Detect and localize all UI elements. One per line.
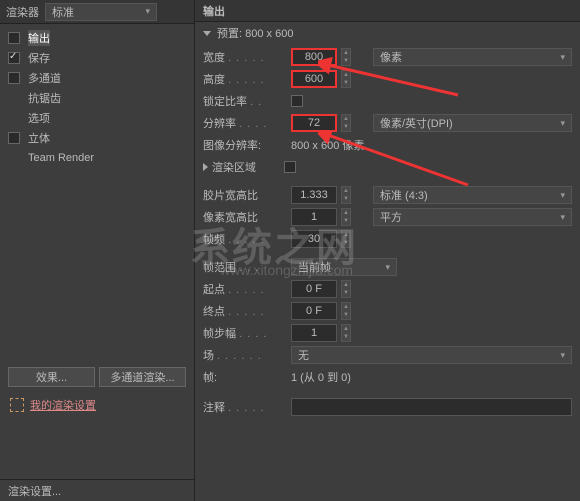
width-spinner[interactable]: ▲▼ (341, 48, 351, 66)
sidebar-item-save[interactable]: 保存 (0, 48, 194, 68)
film-aspect-dropdown[interactable]: 标准 (4:3) (373, 186, 572, 204)
render-region-checkbox[interactable] (284, 161, 296, 173)
film-aspect-spinner[interactable]: ▲▼ (341, 186, 351, 204)
step-label: 帧步幅 . . . . (203, 325, 287, 341)
film-aspect-input[interactable]: 1.333 (291, 186, 337, 204)
resolution-unit-dropdown[interactable]: 像素/英寸(DPI) (373, 114, 572, 132)
renderer-label: 渲染器 (6, 4, 39, 20)
notes-input[interactable] (291, 398, 572, 416)
render-region-expand-icon[interactable] (203, 163, 208, 171)
pixel-aspect-dropdown[interactable]: 平方 (373, 208, 572, 226)
watermark-url: www.xitongzhijia.com (220, 262, 353, 278)
multichannel-render-button[interactable]: 多通道渲染... (99, 367, 186, 387)
img-res-value: 800 x 600 像素 (291, 137, 364, 153)
height-label: 高度 . . . . . (203, 71, 287, 87)
section-title: 输出 (195, 0, 580, 22)
selection-icon (10, 398, 24, 412)
sidebar-item-options[interactable]: 选项 (0, 108, 194, 128)
renderer-dropdown[interactable]: 标准 (45, 3, 157, 21)
lock-ratio-label: 锁定比率 . . (203, 93, 287, 109)
resolution-spinner[interactable]: ▲▼ (341, 114, 351, 132)
height-input[interactable]: 600 (291, 70, 337, 88)
height-spinner[interactable]: ▲▼ (341, 70, 351, 88)
field-label: 场 . . . . . . (203, 347, 287, 363)
render-region-label: 渲染区域 (212, 159, 280, 175)
preset-label: 预置: 800 x 600 (217, 25, 293, 41)
sidebar-item-multichannel[interactable]: 多通道 (0, 68, 194, 88)
start-input[interactable]: 0 F (291, 280, 337, 298)
sidebar-item-stereo[interactable]: 立体 (0, 128, 194, 148)
field-dropdown[interactable]: 无 (291, 346, 572, 364)
width-label: 宽度 . . . . . (203, 49, 287, 65)
footer-label: 渲染设置... (0, 479, 194, 501)
film-aspect-label: 胶片宽高比 (203, 187, 287, 203)
output-list: 输出 保存 多通道 抗锯齿 选项 立体 Team Render (0, 24, 194, 172)
resolution-input[interactable]: 72 (291, 114, 337, 132)
step-input[interactable]: 1 (291, 324, 337, 342)
start-label: 起点 . . . . . (203, 281, 287, 297)
effects-button[interactable]: 效果... (8, 367, 95, 387)
preset-collapse-icon[interactable] (203, 31, 211, 36)
sidebar-item-output[interactable]: 输出 (0, 28, 194, 48)
frames-value: 1 (从 0 到 0) (291, 369, 351, 385)
resolution-label: 分辨率 . . . . (203, 115, 287, 131)
width-unit-dropdown[interactable]: 像素 (373, 48, 572, 66)
end-input[interactable]: 0 F (291, 302, 337, 320)
frames-label: 帧: (203, 369, 287, 385)
lock-ratio-checkbox[interactable] (291, 95, 303, 107)
img-res-label: 图像分辨率: (203, 137, 287, 153)
sidebar-item-teamrender[interactable]: Team Render (0, 148, 194, 168)
width-input[interactable]: 800 (291, 48, 337, 66)
my-render-settings-link[interactable]: 我的渲染设置 (30, 397, 96, 413)
notes-label: 注释 . . . . . (203, 399, 287, 415)
end-label: 终点 . . . . . (203, 303, 287, 319)
step-spinner[interactable]: ▲▼ (341, 324, 351, 342)
end-spinner[interactable]: ▲▼ (341, 302, 351, 320)
sidebar-item-antialias[interactable]: 抗锯齿 (0, 88, 194, 108)
start-spinner[interactable]: ▲▼ (341, 280, 351, 298)
